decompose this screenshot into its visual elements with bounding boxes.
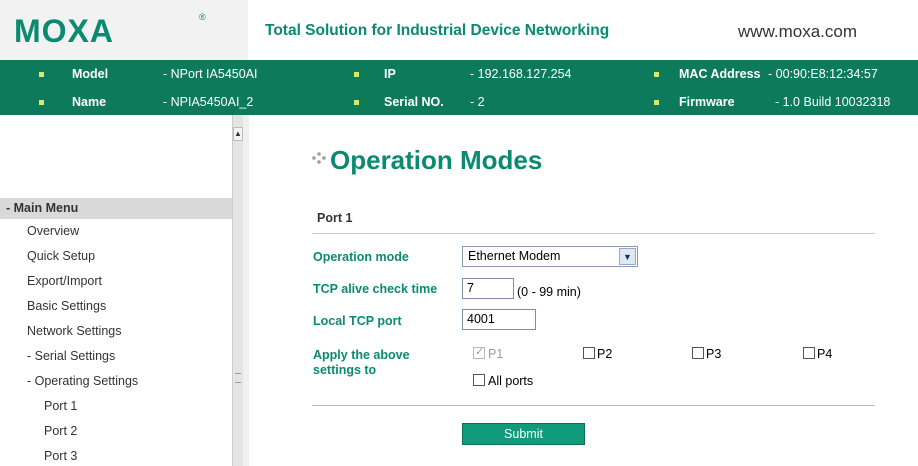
- title-dots-icon: [312, 152, 326, 164]
- p1-checkbox[interactable]: ✓: [473, 346, 485, 359]
- tcp-alive-label: TCP alive check time: [313, 282, 438, 296]
- local-tcp-port-label: Local TCP port: [313, 314, 402, 328]
- menu-item-port-1[interactable]: Port 1: [44, 399, 77, 413]
- serial-label: Serial NO.: [384, 95, 444, 109]
- tcp-alive-input[interactable]: 7: [462, 278, 514, 299]
- device-info-bar: Model - NPort IA5450AI Name - NPIA5450AI…: [0, 60, 918, 115]
- serial-value: - 2: [470, 95, 485, 109]
- apply-settings-label: Apply the above settings to: [313, 348, 410, 377]
- model-value: - NPort IA5450AI: [163, 67, 258, 81]
- website-link[interactable]: www.moxa.com: [738, 22, 857, 42]
- bullet-icon: [354, 100, 359, 105]
- bullet-icon: [39, 100, 44, 105]
- check-icon: ✓: [475, 346, 485, 358]
- p4-label: P4: [817, 347, 833, 361]
- p1-label: P1: [488, 347, 504, 361]
- local-tcp-port-value: 4001: [467, 312, 495, 326]
- mac-label: MAC Address: [679, 67, 761, 81]
- bullet-icon: [654, 100, 659, 105]
- operation-mode-label: Operation mode: [313, 250, 409, 264]
- mac-value: - 00:90:E8:12:34:57: [768, 67, 878, 81]
- registered-mark: ®: [199, 12, 206, 22]
- chevron-down-icon[interactable]: ▼: [619, 248, 636, 265]
- all-ports-label: All ports: [488, 374, 534, 388]
- main-menu-header[interactable]: - Main Menu: [0, 198, 232, 219]
- scroll-grip-icon[interactable]: [235, 373, 241, 383]
- form-divider: [312, 405, 875, 406]
- menu-item-overview[interactable]: Overview: [27, 224, 79, 238]
- p2-label: P2: [597, 347, 613, 361]
- logo-area: MOXA ®: [0, 0, 248, 60]
- header: MOXA ® Total Solution for Industrial Dev…: [0, 0, 918, 60]
- firmware-label: Firmware: [679, 95, 735, 109]
- menu-item-port-2[interactable]: Port 2: [44, 424, 77, 438]
- name-value: - NPIA5450AI_2: [163, 95, 254, 109]
- section-label: Port 1: [317, 211, 353, 225]
- frame-gutter: [243, 115, 249, 466]
- tcp-alive-hint: (0 - 99 min): [517, 285, 581, 299]
- port-section-header: Port 1: [312, 206, 875, 234]
- tagline: Total Solution for Industrial Device Net…: [265, 22, 610, 39]
- p4-checkbox[interactable]: [803, 347, 815, 359]
- menu-item-basic-settings[interactable]: Basic Settings: [27, 299, 106, 313]
- local-tcp-port-input[interactable]: 4001: [462, 309, 536, 330]
- tcp-alive-value: 7: [467, 281, 474, 295]
- all-ports-checkbox[interactable]: [473, 374, 485, 386]
- scroll-up-arrow-icon[interactable]: ▲: [233, 127, 243, 141]
- name-label: Name: [72, 95, 107, 109]
- page-title: Operation Modes: [330, 145, 543, 175]
- sidebar: [0, 115, 243, 466]
- menu-item-network-settings[interactable]: Network Settings: [27, 324, 121, 338]
- submit-button[interactable]: Submit: [462, 423, 585, 445]
- bullet-icon: [354, 72, 359, 77]
- menu-item-export-import[interactable]: Export/Import: [27, 274, 102, 288]
- ip-label: IP: [384, 67, 396, 81]
- operation-mode-value: Ethernet Modem: [468, 249, 561, 263]
- bullet-icon: [654, 72, 659, 77]
- menu-item-quick-setup[interactable]: Quick Setup: [27, 249, 95, 263]
- firmware-value: - 1.0 Build 10032318: [775, 95, 891, 109]
- operation-mode-select[interactable]: Ethernet Modem ▼: [462, 246, 638, 267]
- menu-item-operating-settings[interactable]: - Operating Settings: [27, 374, 138, 388]
- bullet-icon: [39, 72, 44, 77]
- moxa-logo[interactable]: MOXA: [14, 13, 114, 50]
- model-label: Model: [72, 67, 109, 81]
- menu-item-port-3[interactable]: Port 3: [44, 449, 77, 463]
- menu-item-serial-settings[interactable]: - Serial Settings: [27, 349, 115, 363]
- ip-value: - 192.168.127.254: [470, 67, 572, 81]
- sidebar-scrollbar[interactable]: ▲: [232, 115, 243, 466]
- p3-label: P3: [706, 347, 722, 361]
- p2-checkbox[interactable]: [583, 347, 595, 359]
- p3-checkbox[interactable]: [692, 347, 704, 359]
